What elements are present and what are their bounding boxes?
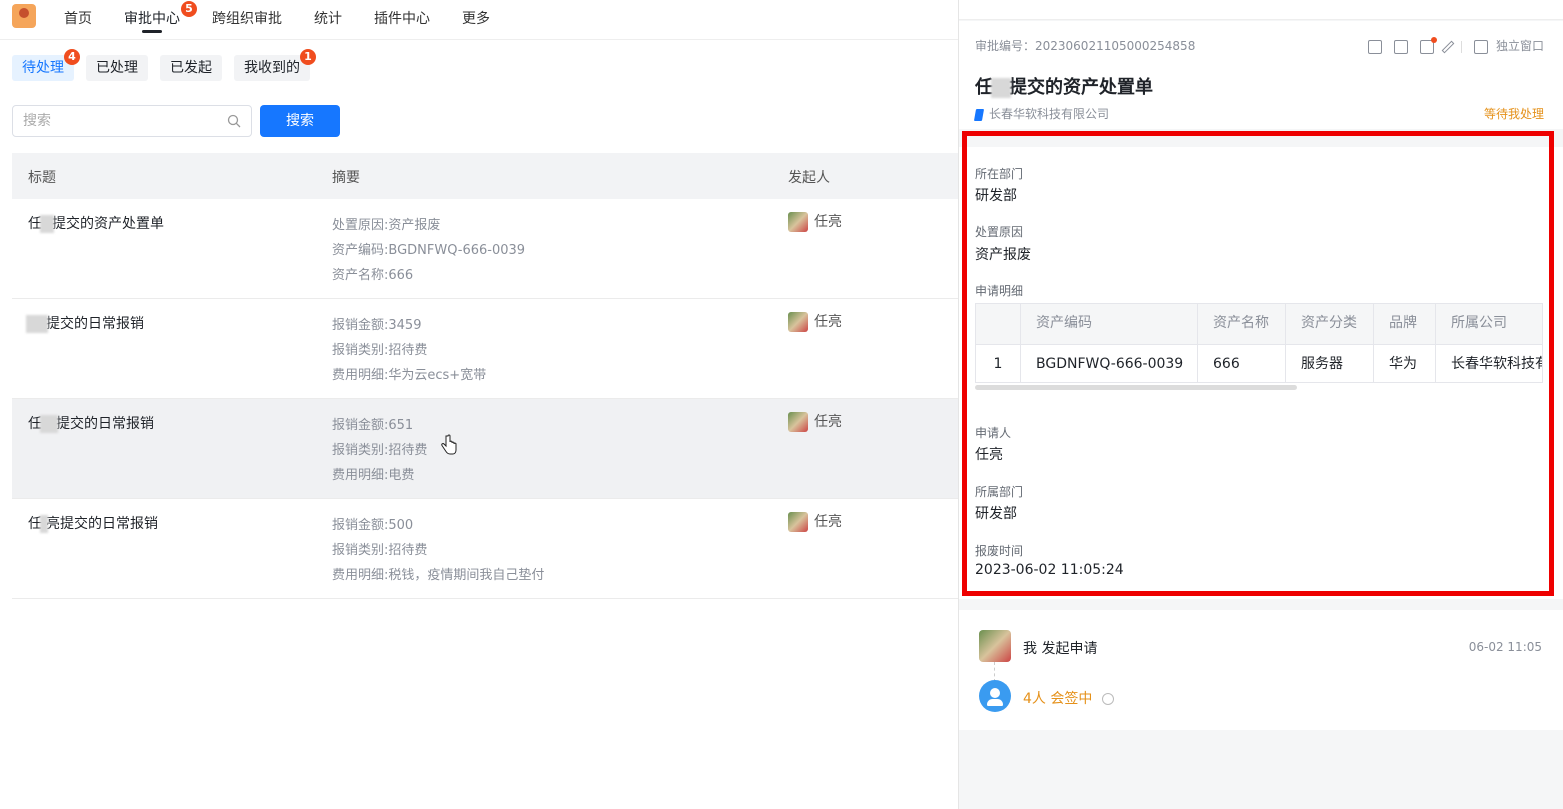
scrap-time-label: 报废时间 xyxy=(975,544,1024,558)
detail-label: 申请明细 xyxy=(975,284,1024,298)
detail-td-index: 1 xyxy=(976,345,1021,382)
download-icon[interactable] xyxy=(1393,39,1408,54)
header-initiator: 发起人 xyxy=(788,170,830,186)
dept-label: 所在部门 xyxy=(975,167,1024,181)
flow-connector xyxy=(994,662,995,682)
active-nav-indicator xyxy=(142,30,162,33)
search-input[interactable] xyxy=(23,111,223,131)
company-icon xyxy=(973,108,985,121)
nav-more[interactable]: 更多 xyxy=(462,8,490,28)
detail-th-name: 资产名称 xyxy=(1198,304,1286,344)
scrap-time-value: 2023-06-02 11:05:24 xyxy=(975,562,1124,578)
open-window-button[interactable]: 独立窗口 xyxy=(1496,39,1544,53)
nav-cross-org-approval[interactable]: 跨组织审批 xyxy=(212,8,282,28)
avatar xyxy=(788,512,808,532)
filter-processed[interactable]: 已处理 xyxy=(86,55,148,81)
flow-step-initiate: 我 发起申请 xyxy=(1023,641,1098,657)
detail-th-category: 资产分类 xyxy=(1286,304,1374,344)
print-icon[interactable] xyxy=(1419,36,1437,54)
approval-list-panel: 首页 审批中心 5 跨组织审批 统计 插件中心 更多 待处理 4 已处理 已发起… xyxy=(0,0,958,809)
pending-badge: 4 xyxy=(64,49,80,65)
header-summary: 摘要 xyxy=(332,170,360,186)
table-row[interactable]: 任亮提交的日常报销 报销金额:500 报销类别:招待费 费用明细:税钱，疫情期间我自… xyxy=(12,499,958,599)
detail-top-bar xyxy=(959,0,1563,20)
filter-initiated[interactable]: 已发起 xyxy=(160,55,222,81)
avatar xyxy=(788,412,808,432)
nav-approval-center[interactable]: 审批中心 xyxy=(124,8,180,28)
belong-dept-label: 所属部门 xyxy=(975,485,1024,499)
dept-value: 研发部 xyxy=(975,188,1017,204)
detail-td-name: 666 xyxy=(1198,345,1286,382)
detail-toolbar: 独立窗口 xyxy=(1360,36,1544,54)
flow-step-countersign[interactable]: 4人 会签中 xyxy=(1023,688,1115,708)
chevron-down-icon[interactable] xyxy=(1102,693,1115,705)
avatar xyxy=(979,630,1011,662)
detail-th-brand: 品牌 xyxy=(1374,304,1436,344)
search-icon[interactable] xyxy=(227,114,241,128)
table-header: 标题 摘要 发起人 xyxy=(12,153,958,199)
table-row[interactable]: 任提交的日常报销 报销金额:651 报销类别:招待费 费用明细:电费 任亮 xyxy=(12,399,958,499)
nav-home[interactable]: 首页 xyxy=(64,8,92,28)
detail-table-row: 1 BGDNFWQ-666-0039 666 服务器 华为 长春华软科技有 xyxy=(976,344,1542,382)
detail-td-brand: 华为 xyxy=(1374,345,1436,382)
detail-th-index xyxy=(976,304,1021,344)
approval-flow: 我 发起申请 06-02 11:05 4人 会签中 xyxy=(959,610,1563,730)
reason-label: 处置原因 xyxy=(975,225,1024,239)
detail-table: 资产编码 资产名称 资产分类 品牌 所属公司 1 BGDNFWQ-666-003… xyxy=(975,303,1543,383)
row-summary: 报销金额:500 报销类别:招待费 费用明细:税钱，疫情期间我自己垫付 xyxy=(332,518,545,583)
detail-th-company: 所属公司 xyxy=(1436,304,1542,344)
open-window-icon[interactable] xyxy=(1474,39,1489,54)
nav-statistics[interactable]: 统计 xyxy=(314,8,342,28)
detail-title: 任提交的资产处置单 xyxy=(975,77,1153,98)
company-name: 长春华软科技有限公司 xyxy=(973,105,1109,122)
search-box xyxy=(12,105,252,137)
table-row[interactable]: 提交的日常报销 报销金额:3459 报销类别:招待费 费用明细:华为云ecs+宽带 … xyxy=(12,299,958,399)
row-title: 任亮提交的日常报销 xyxy=(28,515,158,533)
belong-dept-value: 研发部 xyxy=(975,506,1017,522)
applicant-label: 申请人 xyxy=(975,426,1012,440)
approval-center-badge: 5 xyxy=(181,1,197,17)
row-initiator: 任亮 xyxy=(788,511,842,532)
row-title: 提交的日常报销 xyxy=(26,313,144,333)
approval-form: 所在部门 研发部 处置原因 资产报废 申请明细 资产编码 资产名称 资产分类 品… xyxy=(959,147,1563,599)
detail-td-code: BGDNFWQ-666-0039 xyxy=(1021,345,1198,382)
row-initiator: 任亮 xyxy=(788,311,842,332)
received-badge: 1 xyxy=(300,49,316,65)
avatar xyxy=(788,312,808,332)
group-user-icon xyxy=(979,680,1011,712)
toolbar-divider xyxy=(1461,40,1463,53)
header-title: 标题 xyxy=(28,170,56,186)
table-row[interactable]: 任提交的资产处置单 处置原因:资产报废 资产编码:BGDNFWQ-666-0039… xyxy=(12,199,958,299)
row-summary: 报销金额:3459 报销类别:招待费 费用明细:华为云ecs+宽带 xyxy=(332,318,487,383)
top-navigation: 首页 审批中心 5 跨组织审批 统计 插件中心 更多 xyxy=(0,0,958,40)
nav-plugin-center[interactable]: 插件中心 xyxy=(374,8,430,28)
detail-td-category: 服务器 xyxy=(1286,345,1374,382)
row-title: 任提交的资产处置单 xyxy=(28,215,164,233)
reason-value: 资产报废 xyxy=(975,247,1031,263)
edit-icon[interactable] xyxy=(1441,40,1454,53)
filter-received[interactable]: 我收到的 xyxy=(234,55,310,81)
row-initiator: 任亮 xyxy=(788,211,842,232)
app-logo-icon[interactable] xyxy=(12,4,36,28)
detail-td-company: 长春华软科技有 xyxy=(1436,345,1542,382)
row-initiator: 任亮 xyxy=(788,411,842,432)
approval-detail-panel: 审批编号：202306021105000254858 独立窗口 任提交的资产处置… xyxy=(958,0,1563,809)
detail-header: 审批编号：202306021105000254858 独立窗口 任提交的资产处置… xyxy=(959,21,1563,129)
applicant-value: 任亮 xyxy=(975,447,1003,463)
search-button[interactable]: 搜索 xyxy=(260,105,340,137)
status-badge: 等待我处理 xyxy=(1483,107,1544,121)
approval-number: 审批编号：202306021105000254858 xyxy=(975,39,1196,53)
detail-th-code: 资产编码 xyxy=(1021,304,1198,344)
avatar xyxy=(788,212,808,232)
table-scrollbar[interactable] xyxy=(975,385,1297,390)
flow-step-time: 06-02 11:05 xyxy=(1468,640,1542,654)
row-title: 任提交的日常报销 xyxy=(28,415,154,433)
detail-table-header: 资产编码 资产名称 资产分类 品牌 所属公司 xyxy=(976,304,1542,344)
share-icon[interactable] xyxy=(1368,39,1383,54)
row-summary: 报销金额:651 报销类别:招待费 费用明细:电费 xyxy=(332,418,428,483)
hand-cursor-icon xyxy=(441,434,457,455)
row-summary: 处置原因:资产报废 资产编码:BGDNFWQ-666-0039 资产名称:666 xyxy=(332,218,526,283)
